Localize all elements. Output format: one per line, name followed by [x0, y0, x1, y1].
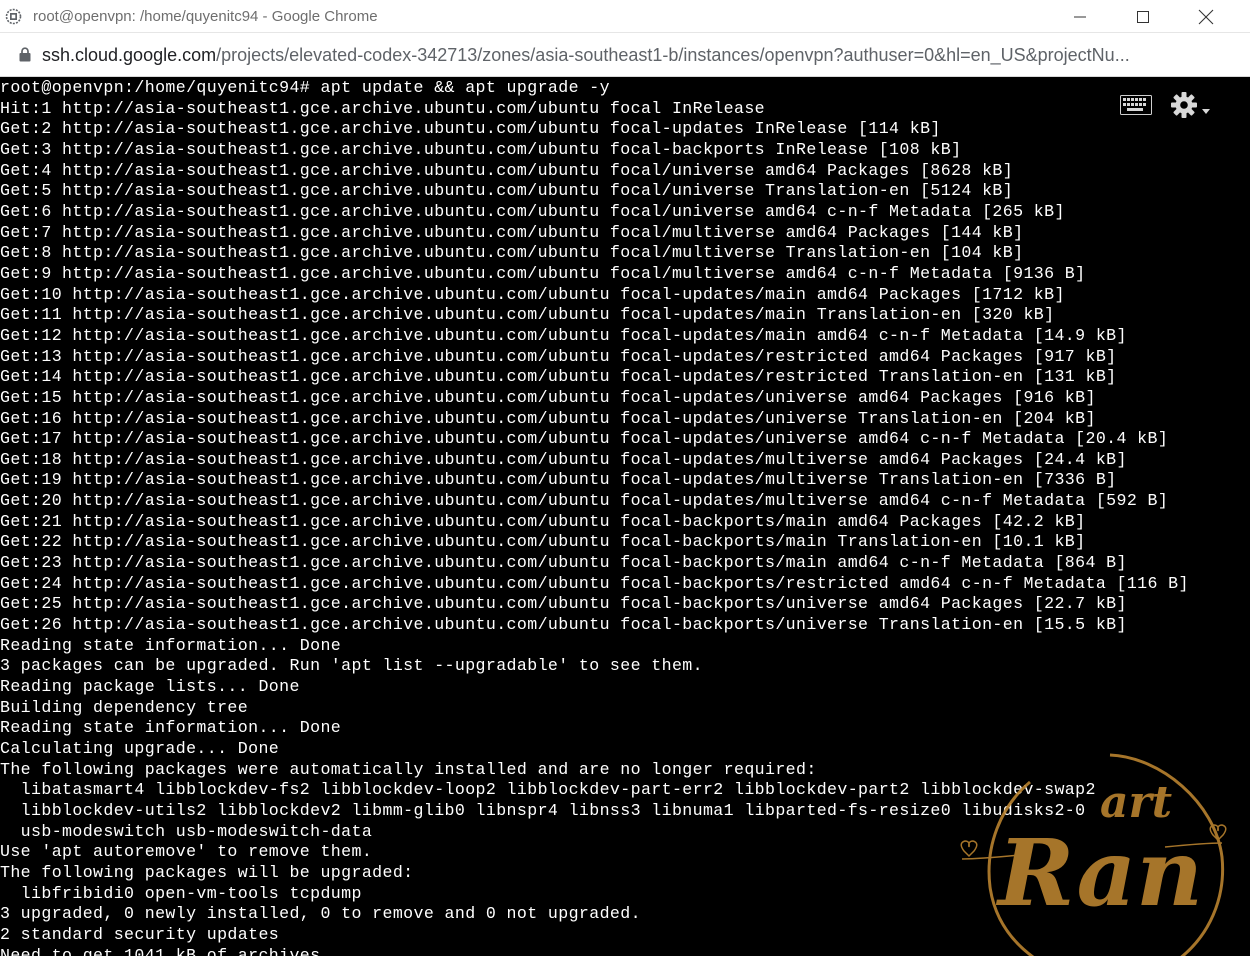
maximize-button[interactable] — [1113, 0, 1173, 33]
terminal-line: Get:4 http://asia-southeast1.gce.archive… — [0, 160, 1014, 180]
terminal-output: root@openvpn:/home/quyenitc94# apt updat… — [0, 78, 1189, 956]
terminal-line: Get:8 http://asia-southeast1.gce.archive… — [0, 243, 1024, 263]
lock-icon — [19, 47, 31, 62]
terminal-line: The following packages will be upgraded: — [0, 862, 414, 882]
terminal-line: 3 upgraded, 0 newly installed, 0 to remo… — [0, 904, 641, 924]
terminal-line: Get:9 http://asia-southeast1.gce.archive… — [0, 263, 1086, 283]
keyboard-icon[interactable] — [1120, 95, 1152, 115]
url-path: /projects/elevated-codex-342713/zones/as… — [216, 45, 1130, 65]
terminal-line: Get:20 http://asia-southeast1.gce.archiv… — [0, 491, 1169, 511]
terminal-line: libfribidi0 open-vm-tools tcpdump — [0, 883, 362, 903]
terminal-line: The following packages were automaticall… — [0, 759, 817, 779]
terminal-line: Get:10 http://asia-southeast1.gce.archiv… — [0, 284, 1065, 304]
address-bar[interactable]: ssh.cloud.google.com/projects/elevated-c… — [0, 33, 1250, 77]
gear-icon[interactable] — [1170, 91, 1198, 119]
chevron-down-icon[interactable] — [1202, 102, 1210, 114]
close-button[interactable] — [1176, 0, 1236, 33]
terminal-line: Get:25 http://asia-southeast1.gce.archiv… — [0, 594, 1127, 614]
maximize-icon — [1137, 10, 1149, 23]
terminal-line: Get:7 http://asia-southeast1.gce.archive… — [0, 222, 1024, 242]
terminal-line: Calculating upgrade... Done — [0, 739, 280, 758]
terminal-line: Get:18 http://asia-southeast1.gce.archiv… — [0, 449, 1127, 469]
terminal-line: Get:12 http://asia-southeast1.gce.archiv… — [0, 325, 1127, 345]
terminal-line: Get:13 http://asia-southeast1.gce.archiv… — [0, 346, 1117, 366]
terminal-line: 3 packages can be upgraded. Run 'apt lis… — [0, 656, 703, 676]
terminal-line: Need to get 1041 kB of archives. — [0, 945, 331, 956]
terminal-line: Use 'apt autoremove' to remove them. — [0, 842, 373, 862]
window-titlebar: root@openvpn: /home/quyenitc94 - Google … — [0, 0, 1250, 33]
terminal-line: 2 standard security updates — [0, 924, 280, 944]
terminal-line: Get:26 http://asia-southeast1.gce.archiv… — [0, 615, 1127, 635]
terminal-line: Get:3 http://asia-southeast1.gce.archive… — [0, 139, 962, 159]
terminal[interactable]: root@openvpn:/home/quyenitc94# apt updat… — [0, 77, 1250, 956]
terminal-line: Get:21 http://asia-southeast1.gce.archiv… — [0, 511, 1086, 531]
terminal-line: Get:24 http://asia-southeast1.gce.archiv… — [0, 573, 1189, 593]
terminal-line: usb-modeswitch usb-modeswitch-data — [0, 821, 373, 841]
url-host: ssh.cloud.google.com — [42, 45, 217, 65]
window-title: root@openvpn: /home/quyenitc94 - Google … — [33, 8, 378, 25]
minimize-button[interactable] — [1050, 0, 1110, 33]
terminal-line: Get:23 http://asia-southeast1.gce.archiv… — [0, 553, 1127, 573]
terminal-line: Reading state information... Done — [0, 718, 342, 738]
terminal-line: libblockdev-utils2 libblockdev2 libmm-gl… — [0, 800, 1086, 820]
terminal-line: Get:6 http://asia-southeast1.gce.archive… — [0, 201, 1065, 221]
terminal-line: Get:14 http://asia-southeast1.gce.archiv… — [0, 367, 1117, 387]
terminal-line: Get:22 http://asia-southeast1.gce.archiv… — [0, 532, 1086, 552]
minimize-icon — [1074, 16, 1086, 17]
close-icon — [1198, 9, 1214, 24]
terminal-line: root@openvpn:/home/quyenitc94# apt updat… — [0, 78, 610, 97]
terminal-line: libatasmart4 libblockdev-fs2 libblockdev… — [0, 780, 1096, 800]
terminal-line: Get:17 http://asia-southeast1.gce.archiv… — [0, 429, 1169, 449]
terminal-line: Reading state information... Done — [0, 635, 342, 655]
url-text[interactable]: ssh.cloud.google.com/projects/elevated-c… — [42, 45, 1237, 66]
terminal-line: Get:11 http://asia-southeast1.gce.archiv… — [0, 305, 1055, 325]
terminal-line: Get:19 http://asia-southeast1.gce.archiv… — [0, 470, 1117, 490]
terminal-line: Hit:1 http://asia-southeast1.gce.archive… — [0, 98, 766, 118]
terminal-toolbar — [1120, 91, 1230, 119]
terminal-line: Get:5 http://asia-southeast1.gce.archive… — [0, 181, 1014, 201]
terminal-line: Reading package lists... Done — [0, 677, 300, 697]
chrome-app-icon — [5, 8, 22, 25]
terminal-line: Get:15 http://asia-southeast1.gce.archiv… — [0, 387, 1096, 407]
terminal-line: Get:16 http://asia-southeast1.gce.archiv… — [0, 408, 1096, 428]
terminal-line: Building dependency tree — [0, 697, 249, 717]
terminal-line: Get:2 http://asia-southeast1.gce.archive… — [0, 119, 941, 139]
